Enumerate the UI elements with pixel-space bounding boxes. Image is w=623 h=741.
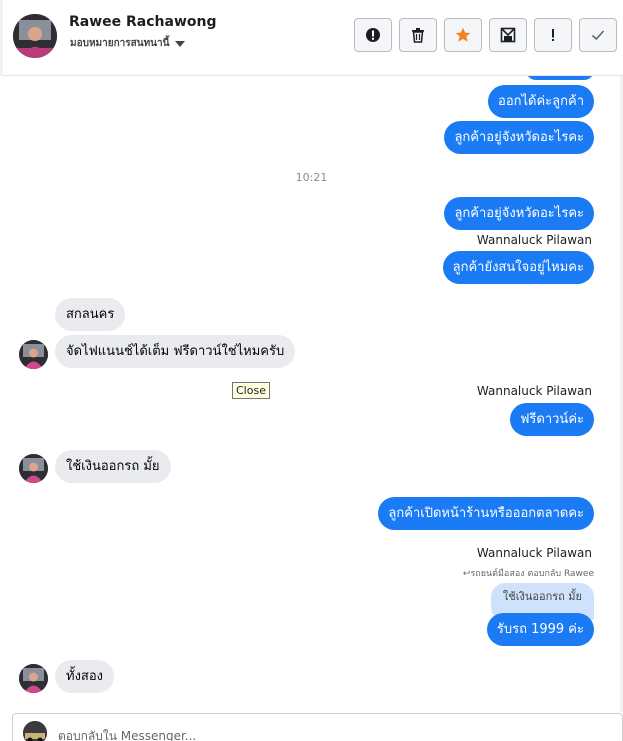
contact-avatar[interactable]: [13, 14, 57, 58]
incoming-message[interactable]: สกลนคร: [55, 298, 126, 331]
assign-conversation-label: มอบหมายการสนทนานี้: [70, 38, 170, 49]
alert-circle-icon: [366, 28, 380, 42]
outgoing-message[interactable]: รับรถ 1999 ค่ะ: [486, 613, 594, 646]
done-button[interactable]: [579, 18, 617, 52]
check-icon: [591, 30, 605, 41]
sender-name: Wannaluck Pilawan: [476, 233, 592, 247]
assign-conversation-dropdown[interactable]: มอบหมายการสนทนานี้: [70, 36, 186, 51]
message-timestamp: 10:21: [295, 171, 328, 184]
sender-name: Wannaluck Pilawan: [476, 384, 592, 398]
contact-name[interactable]: Rawee Rachawong: [69, 14, 217, 30]
incoming-message[interactable]: จัดไฟแนนช์ได้เต็ม ฟรีดาวน์ใช่ไหมครับ: [55, 335, 296, 368]
divider: [0, 0, 3, 76]
caret-down-icon: [175, 40, 186, 47]
star-button[interactable]: [444, 18, 482, 52]
contact-avatar-small[interactable]: [19, 664, 48, 693]
mark-spam-button[interactable]: [354, 18, 392, 52]
delete-button[interactable]: [399, 18, 437, 52]
outgoing-message[interactable]: ลูกค้าอยู่จังหวัดอะไรคะ: [444, 121, 594, 154]
outgoing-message[interactable]: ลูกค้ายังสนใจอยู่ไหมคะ: [442, 251, 594, 284]
conversation-header: Rawee Rachawong มอบหมายการสนทนานี้: [0, 0, 623, 76]
message-thread[interactable]: ออกได้ค่ะลูกค้า ลูกค้าอยู่จังหวัดอะไรคะ …: [0, 76, 623, 712]
contact-avatar-small[interactable]: [19, 454, 48, 483]
reply-input[interactable]: [58, 729, 558, 741]
reply-context-label: รถยนต์มือสอง ตอบกลับ Rawee: [470, 569, 594, 579]
close-tooltip: Close: [232, 382, 270, 399]
outgoing-message[interactable]: ลูกค้าเปิดหน้าร้านหรือออกตลาดคะ: [378, 497, 594, 530]
archive-button[interactable]: [489, 18, 527, 52]
outgoing-message[interactable]: ฟรีดาวน์ค่ะ: [510, 403, 594, 436]
outgoing-message[interactable]: ลูกค้าอยู่จังหวัดอะไรคะ: [444, 197, 594, 230]
incoming-message[interactable]: ทั้งสอง: [55, 660, 115, 693]
page-avatar: [23, 721, 47, 741]
exclamation-icon: [552, 29, 554, 41]
incoming-message[interactable]: ใช้เงินออกรถ มั้ย: [55, 450, 171, 483]
contact-avatar-small[interactable]: [19, 340, 48, 369]
flag-button[interactable]: [534, 18, 572, 52]
message-composer[interactable]: [12, 713, 623, 741]
archive-icon: [500, 27, 516, 43]
reply-context: ↩รถยนต์มือสอง ตอบกลับ Rawee: [463, 566, 594, 580]
trash-icon: [412, 28, 424, 43]
star-icon: [455, 27, 471, 42]
outgoing-message-partial[interactable]: [526, 76, 594, 80]
outgoing-message[interactable]: ออกได้ค่ะลูกค้า: [488, 85, 594, 118]
conversation-toolbar: [354, 18, 617, 52]
sender-name: Wannaluck Pilawan: [476, 546, 592, 560]
